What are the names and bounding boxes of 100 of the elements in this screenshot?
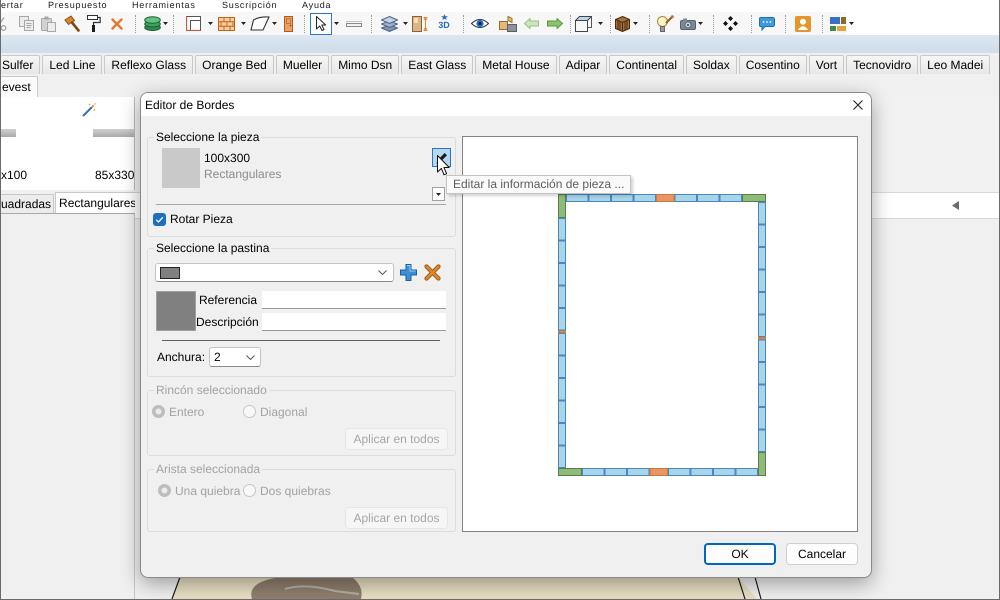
frame-icon[interactable]	[186, 16, 201, 31]
border-tile[interactable]	[758, 269, 766, 292]
menu-item[interactable]: ertar	[1, 0, 24, 11]
diamonds-icon[interactable]	[723, 16, 738, 31]
border-tile[interactable]	[558, 262, 566, 285]
supplier-tab[interactable]: Metal House	[475, 55, 557, 74]
border-tile[interactable]	[558, 445, 566, 468]
corner-tile[interactable]	[758, 452, 766, 476]
paint-roller-icon[interactable]	[87, 15, 101, 32]
border-tile[interactable]	[697, 194, 720, 202]
border-tile[interactable]	[582, 468, 604, 476]
cut-tile[interactable]	[558, 330, 566, 332]
user-icon[interactable]	[795, 16, 811, 32]
supplier-tab[interactable]: Reflexo Glass	[104, 55, 194, 74]
supplier-tab[interactable]: Orange Bed	[195, 55, 274, 74]
supplier-tab[interactable]: Continental	[609, 55, 684, 74]
border-tile[interactable]	[674, 194, 697, 202]
border-tile[interactable]	[720, 194, 742, 202]
corner-tile[interactable]	[558, 194, 566, 218]
cut-tile[interactable]	[656, 194, 674, 202]
dialog-button[interactable]: Cancelar	[786, 543, 858, 565]
layout-icon[interactable]	[830, 16, 846, 30]
caret-icon[interactable]	[633, 22, 638, 25]
light-bulb-icon[interactable]	[657, 15, 674, 32]
corner-tile[interactable]	[742, 194, 766, 202]
border-tile[interactable]	[558, 285, 566, 308]
caret-icon[interactable]	[163, 22, 168, 25]
plus-icon[interactable]	[400, 264, 417, 281]
ruler-icon[interactable]	[346, 20, 362, 27]
corner-tile[interactable]	[558, 468, 582, 476]
supplier-tab[interactable]: Leo Madei	[920, 55, 990, 74]
chat-icon[interactable]	[759, 16, 775, 30]
border-tile[interactable]	[758, 406, 766, 429]
door-icon[interactable]	[284, 16, 293, 32]
hammer-icon[interactable]	[64, 15, 80, 32]
supplier-tab[interactable]: Led Line	[42, 55, 102, 74]
border-tile[interactable]	[566, 194, 588, 202]
supplier-tab[interactable]: Mimo Dsn	[331, 55, 400, 74]
border-tile[interactable]	[611, 194, 634, 202]
border-tile[interactable]	[604, 468, 627, 476]
border-tile[interactable]	[558, 308, 566, 330]
panel-height-icon[interactable]	[412, 16, 429, 32]
dialog-button[interactable]: OK	[704, 543, 776, 565]
border-tile[interactable]	[758, 362, 766, 384]
border-tile[interactable]	[558, 332, 566, 355]
border-tile[interactable]	[588, 194, 611, 202]
supplier-tab[interactable]: Tecnovidro	[846, 55, 918, 74]
caret-icon[interactable]	[334, 22, 339, 25]
dropdown-button[interactable]	[432, 187, 445, 201]
border-tile[interactable]	[634, 194, 656, 202]
border-tile[interactable]	[713, 468, 736, 476]
border-tile[interactable]	[758, 314, 766, 336]
border-tile[interactable]	[758, 384, 766, 406]
width-dropdown[interactable]: 2	[209, 347, 262, 367]
tile-thumbnail[interactable]	[1, 129, 16, 137]
category-tab[interactable]: uadradas	[1, 194, 54, 213]
view-3d-button[interactable]: 3D	[437, 14, 451, 33]
boxes-icon[interactable]	[499, 16, 517, 32]
cut-tile[interactable]	[758, 336, 766, 339]
supplier-tab[interactable]: Mueller	[276, 55, 330, 74]
layers-icon[interactable]	[381, 16, 398, 32]
caret-icon[interactable]	[598, 22, 603, 25]
border-tile[interactable]	[690, 468, 713, 476]
supplier-tab[interactable]: East Glass	[401, 55, 474, 74]
shape-icon[interactable]	[250, 16, 270, 31]
caret-icon[interactable]	[849, 22, 854, 25]
brick-wall-icon[interactable]	[218, 16, 235, 30]
menu-item[interactable]: Suscripción	[222, 0, 278, 11]
select-tool-button[interactable]	[310, 12, 332, 34]
cut-tile[interactable]	[650, 468, 668, 476]
text-field[interactable]	[262, 291, 446, 309]
camera-icon[interactable]	[680, 18, 696, 30]
caret-icon[interactable]	[272, 22, 277, 25]
right-arrow-icon[interactable]	[547, 18, 563, 29]
supplier-tab[interactable]: Adipar	[558, 55, 608, 74]
border-tile[interactable]	[758, 246, 766, 269]
menu-item[interactable]: Presupuesto	[48, 0, 108, 11]
caret-icon[interactable]	[241, 22, 246, 25]
border-tile[interactable]	[736, 468, 758, 476]
eye-icon[interactable]	[471, 18, 489, 29]
supplier-tab[interactable]: Vort	[808, 55, 844, 74]
border-tile[interactable]	[758, 292, 766, 314]
border-tile[interactable]	[558, 240, 566, 262]
border-tile[interactable]	[758, 339, 766, 362]
caret-icon[interactable]	[403, 22, 408, 25]
menu-item[interactable]: Herramientas	[132, 0, 196, 11]
crate-icon[interactable]	[615, 16, 630, 32]
left-arrow-icon[interactable]	[952, 201, 959, 210]
border-tile[interactable]	[558, 355, 566, 378]
cube-icon[interactable]	[575, 16, 592, 32]
menu-item[interactable]: Ayuda	[302, 0, 332, 11]
cross-icon[interactable]	[111, 18, 123, 30]
close-icon[interactable]	[853, 100, 863, 110]
caret-icon[interactable]	[698, 22, 703, 25]
text-field[interactable]	[262, 313, 446, 331]
supplier-tab[interactable]: Cosentino	[738, 55, 807, 74]
caret-icon[interactable]	[208, 22, 213, 25]
supplier-tab[interactable]: evest	[1, 76, 38, 97]
border-tile[interactable]	[758, 224, 766, 246]
grout-dropdown[interactable]	[155, 263, 394, 282]
